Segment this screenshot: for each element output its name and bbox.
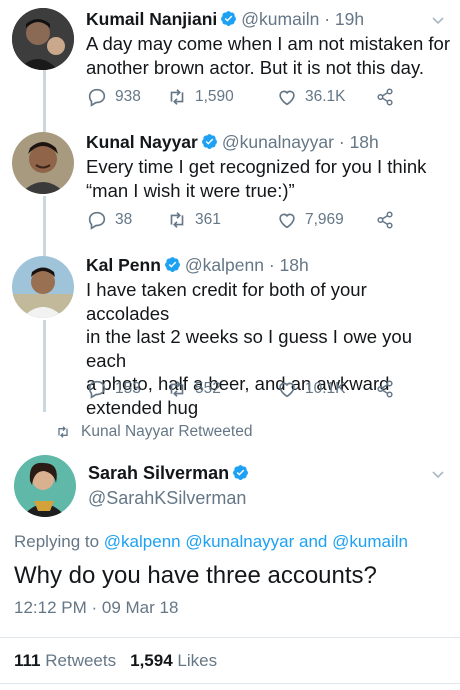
reply-icon <box>88 380 106 399</box>
thread-line <box>43 70 46 132</box>
likes-label[interactable]: Likes <box>177 651 217 670</box>
reply-button[interactable]: 38 <box>86 209 132 231</box>
verified-badge-icon <box>164 257 180 272</box>
retweet-icon <box>58 426 68 438</box>
reply-count: 153 <box>115 380 141 397</box>
avatar[interactable] <box>12 132 74 194</box>
tweet-time[interactable]: · 19h <box>324 9 364 29</box>
retweet-button[interactable]: 1,590 <box>166 86 234 108</box>
display-name[interactable]: Sarah Silverman <box>88 463 229 483</box>
tweet-header: Kumail Nanjiani @kumailn · 19h <box>86 8 364 30</box>
tweet-actions: 153 552 10.1K <box>86 378 416 400</box>
heart-icon <box>279 382 295 398</box>
tweet-time[interactable]: · 18h <box>339 132 379 152</box>
reply-count: 38 <box>115 211 133 228</box>
retweet-count: 361 <box>195 211 221 228</box>
like-button[interactable]: 36.1K <box>276 86 346 108</box>
chevron-down-icon[interactable] <box>430 466 446 482</box>
retweet-icon <box>170 381 184 397</box>
tweet-text-line: I have taken credit for both of your acc… <box>86 279 367 324</box>
thread-line <box>43 196 46 256</box>
like-count: 10.1K <box>305 380 346 397</box>
tweet-text-line: “man I wish it were true:)” <box>86 179 295 201</box>
reply-icon <box>88 211 106 230</box>
tweet-header: Kunal Nayyar @kunalnayyar · 18h <box>86 131 379 153</box>
divider <box>0 637 460 638</box>
verified-badge-icon <box>221 11 237 26</box>
tweet-text: A day may come when I am not mistaken fo… <box>86 32 451 79</box>
like-count: 7,969 <box>305 211 344 228</box>
main-tweet-text: Why do you have three accounts? <box>14 562 377 589</box>
reply-icon <box>88 88 106 107</box>
tweet-text: Every time I get recognized for you I th… <box>86 155 451 202</box>
mention-link[interactable]: @kunalnayyar <box>185 532 294 551</box>
avatar-image <box>12 8 74 70</box>
replying-prefix: Replying to <box>14 532 100 551</box>
retweet-button[interactable]: 552 <box>166 378 221 400</box>
user-handle[interactable]: @SarahKSilverman <box>88 488 246 509</box>
verified-badge-icon <box>201 134 217 149</box>
main-display-name: Sarah Silverman <box>88 463 253 484</box>
tweet-text-line: A day may come when I am not mistaken fo… <box>86 33 450 54</box>
retweet-notice-text: Kunal Nayyar Retweeted <box>81 423 253 440</box>
heart-icon <box>279 213 295 229</box>
reply-button[interactable]: 938 <box>86 86 141 108</box>
display-name[interactable]: Kunal Nayyar <box>86 132 198 152</box>
likes-count[interactable]: 1,594 <box>130 651 173 670</box>
retweet-count: 1,590 <box>195 88 234 105</box>
reply-button[interactable]: 153 <box>86 378 141 400</box>
user-handle[interactable]: @kumailn <box>241 9 319 29</box>
retweet-button[interactable]: 361 <box>166 209 221 231</box>
tweet-text-line: another brown actor. But it is not this … <box>86 56 424 78</box>
avatar[interactable] <box>12 8 74 70</box>
share-button[interactable] <box>374 378 403 400</box>
retweets-label[interactable]: Retweets <box>45 651 116 670</box>
share-icon <box>377 380 393 398</box>
thread-line <box>43 320 46 412</box>
retweet-count: 552 <box>195 380 221 397</box>
retweet-notice[interactable]: Kunal Nayyar Retweeted <box>55 423 252 441</box>
avatar[interactable] <box>14 455 76 517</box>
chevron-down-icon[interactable] <box>430 12 446 28</box>
heart-icon <box>279 90 295 106</box>
tweet-time[interactable]: · 18h <box>269 255 309 275</box>
mention-link[interactable]: @kalpenn <box>104 532 181 551</box>
user-handle[interactable]: @kalpenn <box>185 255 264 275</box>
replying-to: Replying to @kalpenn @kunalnayyar and @k… <box>14 532 408 552</box>
avatar[interactable] <box>12 256 74 318</box>
reply-count: 938 <box>115 88 141 105</box>
like-count: 36.1K <box>305 88 346 105</box>
retweets-count[interactable]: 111 <box>14 651 41 670</box>
tweet-text-line: in the last 2 weeks so I guess I owe you… <box>86 326 412 371</box>
share-icon <box>377 88 393 106</box>
verified-badge-icon <box>233 465 249 480</box>
retweet-icon <box>170 89 184 105</box>
divider <box>0 683 460 684</box>
tweet-header: Kal Penn @kalpenn · 18h <box>86 254 309 276</box>
share-button[interactable] <box>374 86 403 108</box>
mention-conjunction: and <box>299 532 328 551</box>
mention-link[interactable]: @kumailn <box>332 532 408 551</box>
avatar-image <box>14 455 76 517</box>
retweet-icon <box>170 212 184 228</box>
like-button[interactable]: 7,969 <box>276 209 344 231</box>
tweet-timestamp[interactable]: 12:12 PM · 09 Mar 18 <box>14 598 178 618</box>
tweet-actions: 38 361 7,969 <box>86 209 416 231</box>
tweet-text-line: Every time I get recognized for you I th… <box>86 156 427 177</box>
display-name[interactable]: Kal Penn <box>86 255 161 275</box>
share-button[interactable] <box>374 209 403 231</box>
user-handle[interactable]: @kunalnayyar <box>222 132 334 152</box>
engagement-stats: 111 Retweets 1,594 Likes <box>14 651 217 671</box>
tweet-actions: 938 1,590 36.1K <box>86 86 416 108</box>
avatar-image <box>12 256 74 318</box>
avatar-image <box>12 132 74 194</box>
share-icon <box>377 211 393 229</box>
display-name[interactable]: Kumail Nanjiani <box>86 9 217 29</box>
like-button[interactable]: 10.1K <box>276 378 346 400</box>
